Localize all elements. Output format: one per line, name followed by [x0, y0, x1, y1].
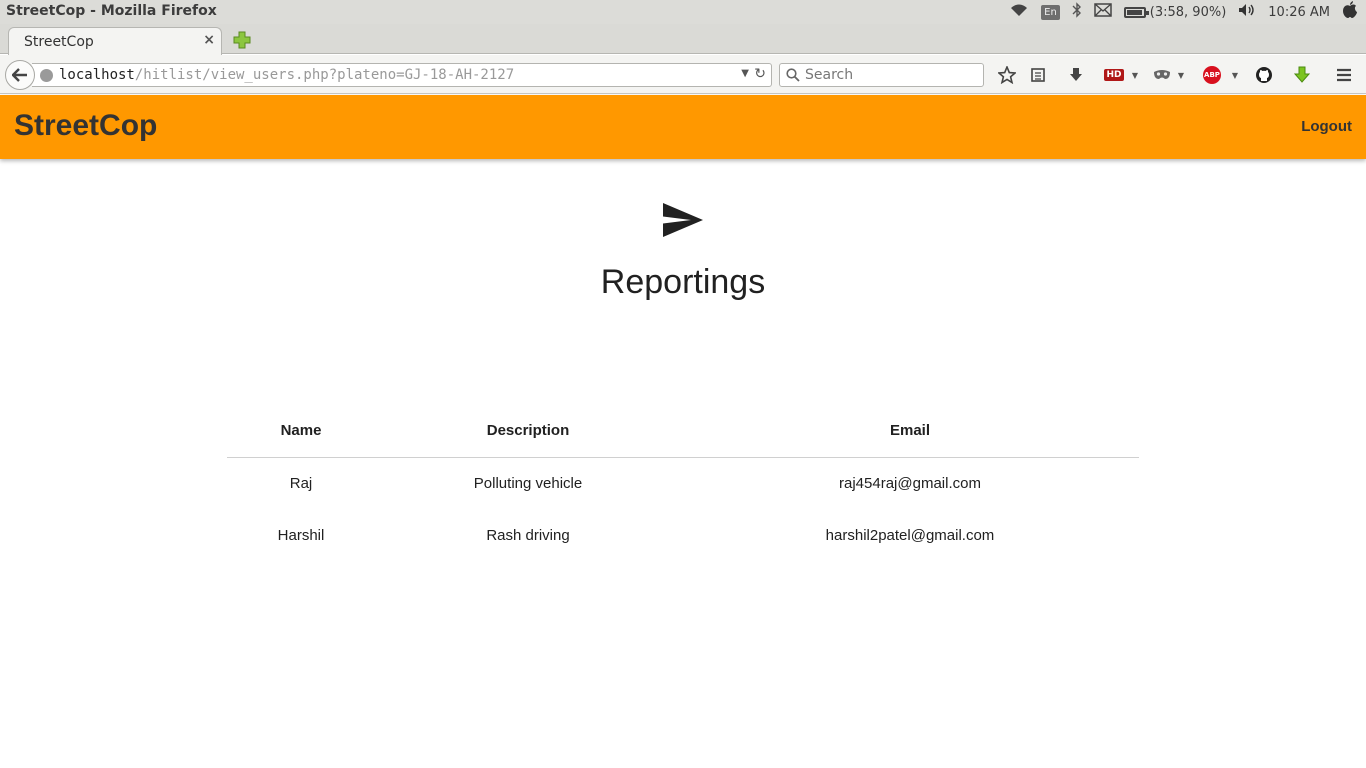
- url-path: /hitlist/view_users.php?plateno=GJ-18-AH…: [134, 67, 515, 83]
- reading-list-icon[interactable]: [1028, 63, 1048, 87]
- brand-logo[interactable]: StreetCop: [14, 109, 157, 143]
- url-history-dropdown-icon[interactable]: ▼: [741, 68, 749, 79]
- os-top-panel: StreetCop - Mozilla Firefox En (3:58, 90…: [0, 0, 1366, 24]
- download-icon[interactable]: [1066, 63, 1086, 87]
- tab-title: StreetCop: [24, 34, 94, 50]
- download-helper-arrow-icon[interactable]: [1292, 63, 1312, 87]
- reportings-table: Name Description Email Raj Polluting veh…: [227, 405, 1139, 561]
- cell-description: Rash driving: [486, 526, 570, 544]
- system-tray: En (3:58, 90%) 10:26 AM: [1009, 0, 1358, 24]
- page-title: Reportings: [600, 263, 766, 301]
- navigation-toolbar: localhost/hitlist/view_users.php?plateno…: [0, 55, 1366, 94]
- tab-streetcop[interactable]: StreetCop ×: [8, 27, 222, 55]
- hamburger-menu-icon[interactable]: [1334, 63, 1354, 87]
- system-menu-icon[interactable]: [1342, 1, 1358, 23]
- bookmark-star-icon[interactable]: [996, 63, 1018, 87]
- tab-strip: StreetCop ×: [0, 24, 1366, 55]
- github-icon[interactable]: [1254, 63, 1274, 87]
- cell-description: Polluting vehicle: [473, 474, 583, 492]
- search-bar[interactable]: Search: [779, 63, 984, 87]
- url-bar[interactable]: localhost/hitlist/view_users.php?plateno…: [32, 63, 772, 87]
- cell-name: Raj: [289, 474, 313, 492]
- search-icon: [786, 68, 800, 82]
- reload-icon[interactable]: ↻: [754, 66, 766, 82]
- search-placeholder: Search: [805, 67, 854, 83]
- toolbar-icons: HD ▼ ▼ ABP ▼: [994, 63, 1360, 87]
- battery-status: (3:58, 90%): [1149, 4, 1227, 20]
- mail-icon[interactable]: [1094, 3, 1112, 21]
- battery-icon: [1123, 6, 1149, 18]
- clock[interactable]: 10:26 AM: [1268, 5, 1330, 20]
- column-header-name: Name: [227, 405, 375, 458]
- send-icon: [663, 203, 703, 237]
- battery-indicator[interactable]: (3:58, 90%): [1123, 4, 1227, 20]
- back-arrow-icon: [12, 68, 27, 82]
- bluetooth-icon[interactable]: [1072, 2, 1082, 22]
- table-row: Raj Polluting vehicle raj454raj@gmail.co…: [227, 457, 1139, 509]
- keyboard-language-indicator[interactable]: En: [1041, 4, 1060, 20]
- cell-name: Harshil: [277, 526, 325, 544]
- url-host: localhost: [59, 67, 135, 83]
- window-title: StreetCop - Mozilla Firefox: [6, 3, 217, 19]
- wifi-icon[interactable]: [1009, 2, 1029, 22]
- adblock-plus-icon[interactable]: ABP: [1202, 63, 1222, 87]
- hd-extension-dropdown-icon[interactable]: ▼: [1130, 63, 1140, 87]
- app-header: StreetCop Logout: [0, 95, 1366, 159]
- column-header-description: Description: [375, 405, 681, 458]
- table-header-row: Name Description Email: [227, 405, 1139, 458]
- adblock-dropdown-icon[interactable]: ▼: [1230, 63, 1240, 87]
- cell-email: raj454raj@gmail.com: [839, 474, 981, 492]
- extension-mask-icon[interactable]: [1152, 63, 1172, 87]
- url-text[interactable]: localhost/hitlist/view_users.php?plateno…: [59, 67, 514, 83]
- hd-extension-icon[interactable]: HD: [1104, 63, 1124, 87]
- new-tab-plus-icon[interactable]: [232, 30, 252, 50]
- back-button[interactable]: [5, 60, 35, 90]
- cell-email: harshil2patel@gmail.com: [825, 526, 995, 544]
- column-header-email: Email: [681, 405, 1139, 458]
- logout-link[interactable]: Logout: [1301, 118, 1352, 135]
- volume-icon[interactable]: [1238, 3, 1256, 21]
- table-row: Harshil Rash driving harshil2patel@gmail…: [227, 509, 1139, 561]
- site-identity-icon[interactable]: [40, 69, 53, 82]
- extension-mask-dropdown-icon[interactable]: ▼: [1176, 63, 1186, 87]
- tab-close-icon[interactable]: ×: [203, 32, 215, 48]
